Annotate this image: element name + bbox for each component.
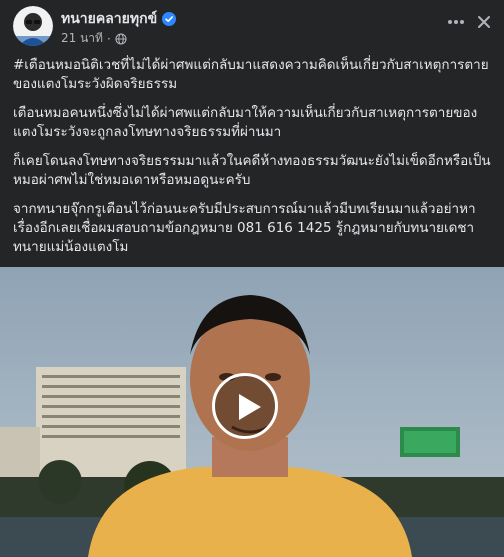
post-timestamp[interactable]: 21 นาที	[61, 29, 103, 48]
post-paragraph-4: จากทนายจุ๊กกรูเตือนไว้ก่อนนะครับมีประสบก…	[13, 201, 476, 255]
close-button[interactable]	[474, 12, 494, 32]
globe-icon[interactable]	[115, 32, 127, 45]
post-paragraph-1: #เตือนหมอนิติเวชที่ไม่ได้ผ่าศพแต่กลับมาแ…	[13, 57, 489, 92]
post-paragraph-3: ก็เคยโดนลงโทษทางจริยธรรมมาแล้วในคดีห้างท…	[13, 153, 491, 188]
play-button[interactable]	[212, 373, 278, 439]
author-name[interactable]: ทนายคลายทุกข์	[61, 8, 177, 30]
facebook-post: ทนายคลายทุกข์ 21 นาที · #เตือนหมอนิติเวช…	[0, 0, 504, 557]
video-player[interactable]	[0, 267, 504, 557]
more-options-button[interactable]	[442, 12, 470, 32]
close-icon	[478, 16, 490, 28]
more-icon	[448, 20, 464, 24]
post-meta: 21 นาที ·	[61, 29, 127, 48]
avatar-image	[13, 6, 53, 46]
verified-badge-icon	[162, 12, 177, 26]
post-paragraph-2: เตือนหมอคนหนึ่งซึ่งไม่ได้ผ่าศพแต่กลับมาใ…	[13, 105, 478, 140]
avatar[interactable]	[13, 6, 53, 46]
meta-separator: ·	[106, 31, 111, 46]
post-header: ทนายคลายทุกข์ 21 นาที ·	[0, 0, 504, 52]
author-name-text[interactable]: ทนายคลายทุกข์	[61, 8, 157, 30]
post-text: #เตือนหมอนิติเวชที่ไม่ได้ผ่าศพแต่กลับมาแ…	[13, 56, 495, 267]
